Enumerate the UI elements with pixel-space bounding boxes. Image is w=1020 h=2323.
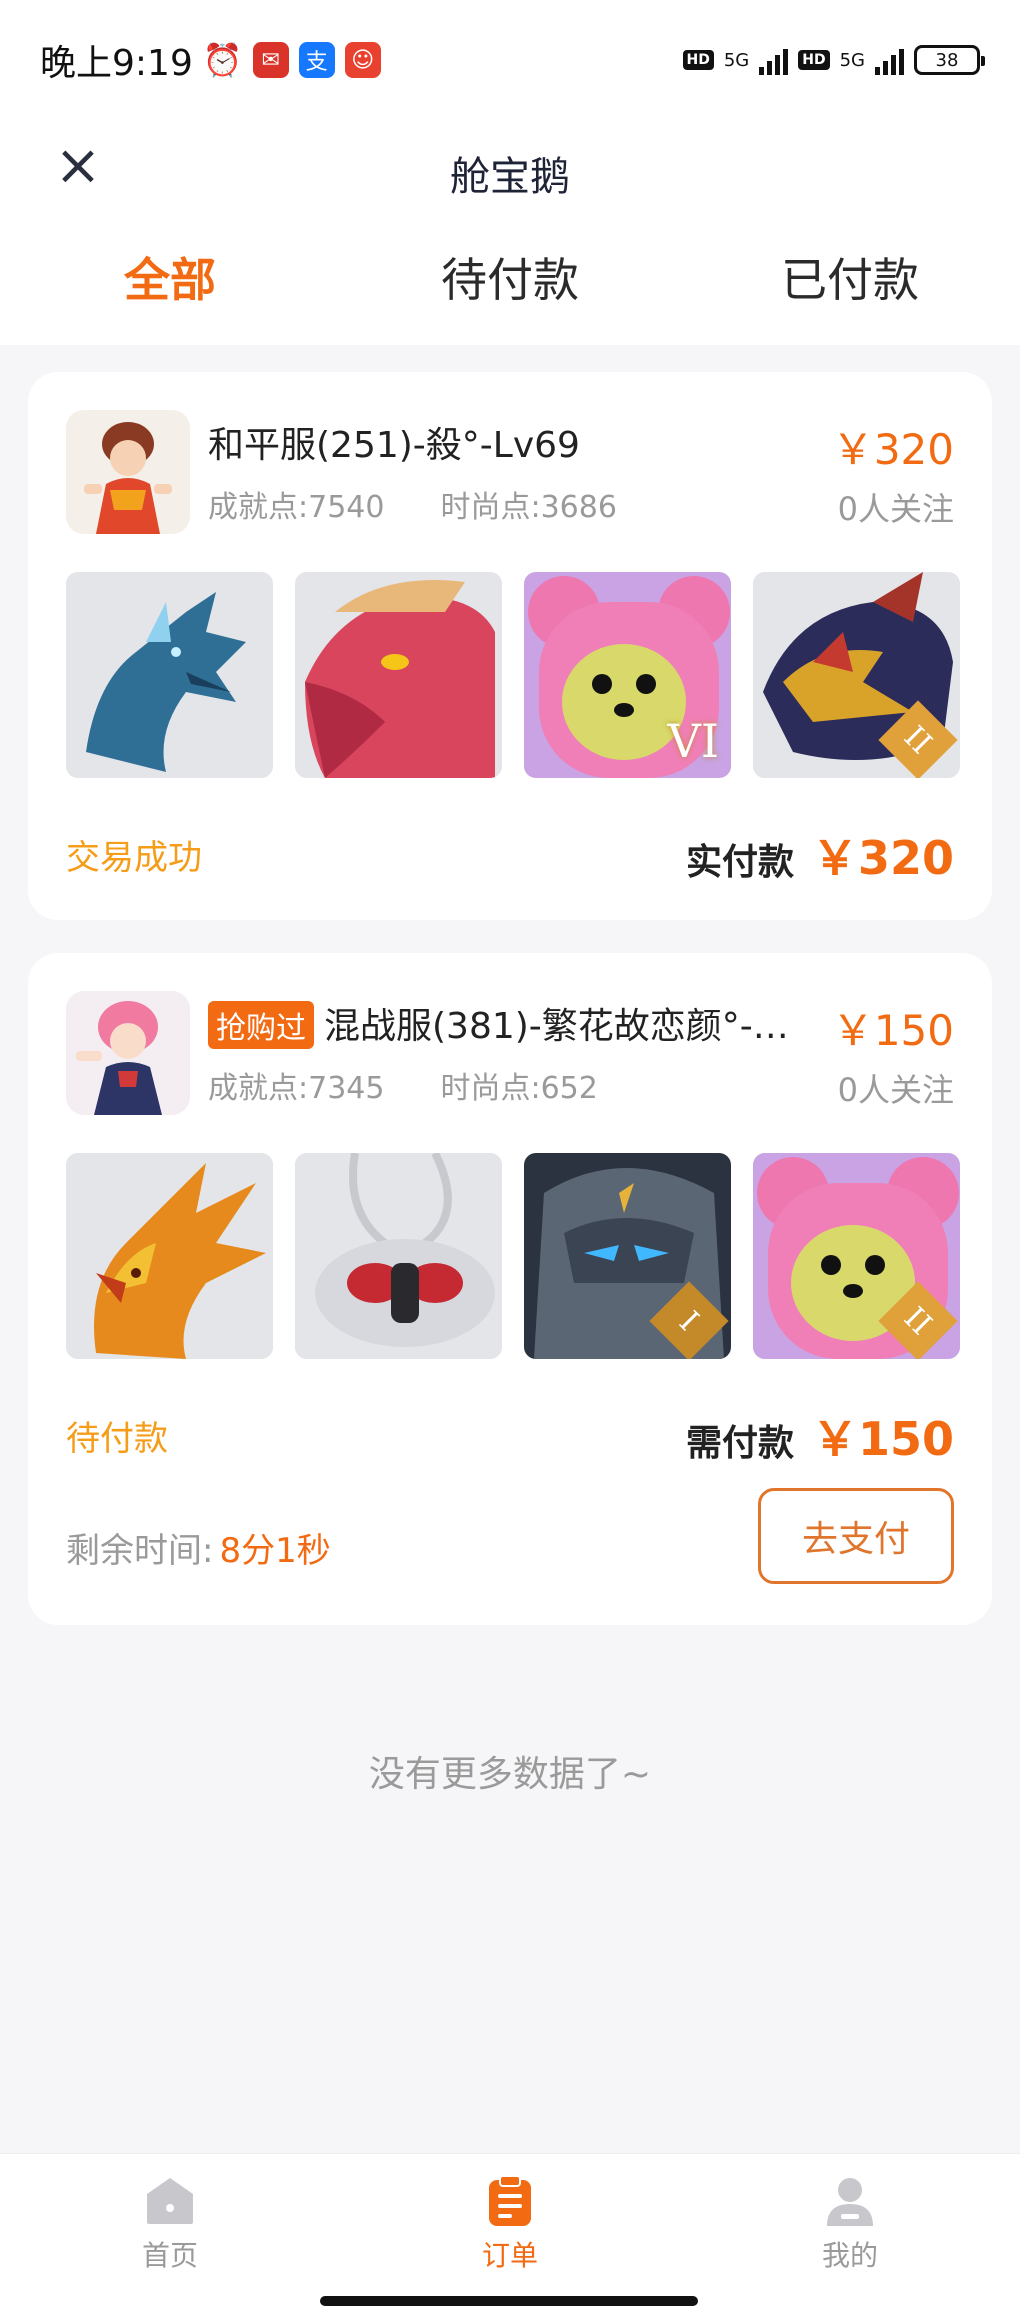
order-tabs: 全部 待付款 已付款 xyxy=(0,230,1020,345)
item-thumbnail[interactable]: I xyxy=(524,1153,731,1359)
character-avatar-image xyxy=(66,991,190,1115)
tab-all[interactable]: 全部 xyxy=(0,230,340,345)
fashion-points: 时尚点:652 xyxy=(440,1071,598,1106)
order-card[interactable]: 抢购过 混战服(381)-繁花故恋颜°-… 成就点:7345 时尚点:652 ￥1… xyxy=(28,953,992,1625)
remaining-time-value: 8分1秒 xyxy=(219,1531,331,1571)
listing-price: ￥150 xyxy=(831,1006,954,1055)
item-thumbnail[interactable] xyxy=(295,572,502,778)
item-thumbnail[interactable]: II xyxy=(753,572,960,778)
server-character-name: 抢购过 混战服(381)-繁花故恋颜°-… xyxy=(208,997,798,1049)
order-card[interactable]: 和平服(251)-殺°-Lv69 成就点:7540 时尚点:3686 ￥320 … xyxy=(28,372,992,920)
remaining-time: 剩余时间: 8分1秒 xyxy=(66,1523,331,1572)
item-thumbnails: I II xyxy=(66,1153,960,1359)
no-more-data-text: 没有更多数据了~ xyxy=(368,1754,652,1795)
network-label-2: 5G xyxy=(839,49,865,71)
golden-phoenix-image xyxy=(66,1153,273,1359)
due-amount-value: ￥150 xyxy=(811,1412,954,1466)
status-time: 晚上9:19 xyxy=(40,43,193,84)
tab-paid[interactable]: 已付款 xyxy=(680,230,1020,345)
network-label: 5G xyxy=(723,49,750,71)
listing-price: ￥320 xyxy=(831,425,954,474)
status-left: 晚上9:19 ⏰ ✉ 支 ☺ xyxy=(40,34,381,86)
pay-button[interactable]: 去支付 xyxy=(758,1488,954,1584)
item-thumbnail[interactable]: VI xyxy=(524,572,731,778)
battery-icon: 38 xyxy=(914,45,985,75)
item-thumbnail[interactable] xyxy=(66,1153,273,1359)
home-icon xyxy=(147,2178,193,2224)
paid-amount-group: 实付款 ￥320 xyxy=(686,822,954,888)
followers-count: 0人关注 xyxy=(837,1071,954,1109)
alarm-icon: ⏰ xyxy=(202,41,243,79)
character-avatar xyxy=(66,410,190,534)
red-dragon-image xyxy=(295,572,502,778)
nav-home[interactable]: 首页 xyxy=(0,2154,340,2323)
blue-dragon-image xyxy=(66,572,273,778)
hd-badge-2: HD xyxy=(798,50,830,70)
character-name-text: 和平服(251)-殺°-Lv69 xyxy=(208,425,580,466)
nav-profile-label: 我的 xyxy=(821,2239,878,2272)
character-stats: 成就点:7345 时尚点:652 xyxy=(208,1063,598,1107)
character-avatar-image xyxy=(66,410,190,534)
nav-home-label: 首页 xyxy=(141,2239,198,2272)
status-bar: 晚上9:19 ⏰ ✉ 支 ☺ HD 5G HD 5G 38 xyxy=(0,0,1020,120)
order-status: 待付款 xyxy=(66,1419,168,1459)
home-indicator[interactable] xyxy=(320,2296,698,2306)
tier-badge: VI xyxy=(667,714,719,768)
nav-profile[interactable]: 我的 xyxy=(680,2154,1020,2323)
remaining-time-label: 剩余时间: xyxy=(66,1531,214,1571)
alipay-icon: 支 xyxy=(298,42,335,78)
hd-badge: HD xyxy=(682,50,714,70)
app-notification-icon: ✉ xyxy=(252,42,289,78)
app-header: × 舱宝鹅 xyxy=(0,120,1020,230)
character-stats: 成就点:7540 时尚点:3686 xyxy=(208,482,617,526)
server-character-name: 和平服(251)-殺°-Lv69 xyxy=(208,416,798,468)
fashion-points: 时尚点:3686 xyxy=(440,490,617,525)
order-status: 交易成功 xyxy=(66,838,202,878)
due-amount-label: 需付款 xyxy=(685,1423,794,1464)
page-title: 舱宝鹅 xyxy=(450,154,570,200)
character-name-text: 混战服(381)-繁花故恋颜°-… xyxy=(324,1006,789,1047)
mascot-app-icon: ☺ xyxy=(344,42,381,78)
status-right: HD 5G HD 5G 38 xyxy=(682,45,985,75)
signal-icon xyxy=(759,45,789,75)
followers-count: 0人关注 xyxy=(837,490,954,528)
orders-icon xyxy=(489,2175,531,2226)
character-avatar xyxy=(66,991,190,1115)
achievement-points: 成就点:7345 xyxy=(208,1071,385,1106)
item-thumbnail[interactable]: II xyxy=(753,1153,960,1359)
paid-amount-label: 实付款 xyxy=(685,842,794,883)
battery-level: 38 xyxy=(935,49,959,71)
achievement-points: 成就点:7540 xyxy=(208,490,385,525)
due-amount-group: 需付款 ￥150 xyxy=(686,1403,954,1469)
profile-icon xyxy=(827,2178,873,2226)
nav-orders-label: 订单 xyxy=(481,2239,538,2272)
item-thumbnail[interactable] xyxy=(295,1153,502,1359)
item-thumbnail[interactable] xyxy=(66,572,273,778)
tab-pending-payment[interactable]: 待付款 xyxy=(340,230,680,345)
paid-amount-value: ￥320 xyxy=(811,831,954,885)
silver-insect-image xyxy=(295,1153,502,1359)
signal-icon-2 xyxy=(875,45,904,75)
flash-purchase-badge: 抢购过 xyxy=(208,1001,314,1049)
item-thumbnails: VI II xyxy=(66,572,960,778)
